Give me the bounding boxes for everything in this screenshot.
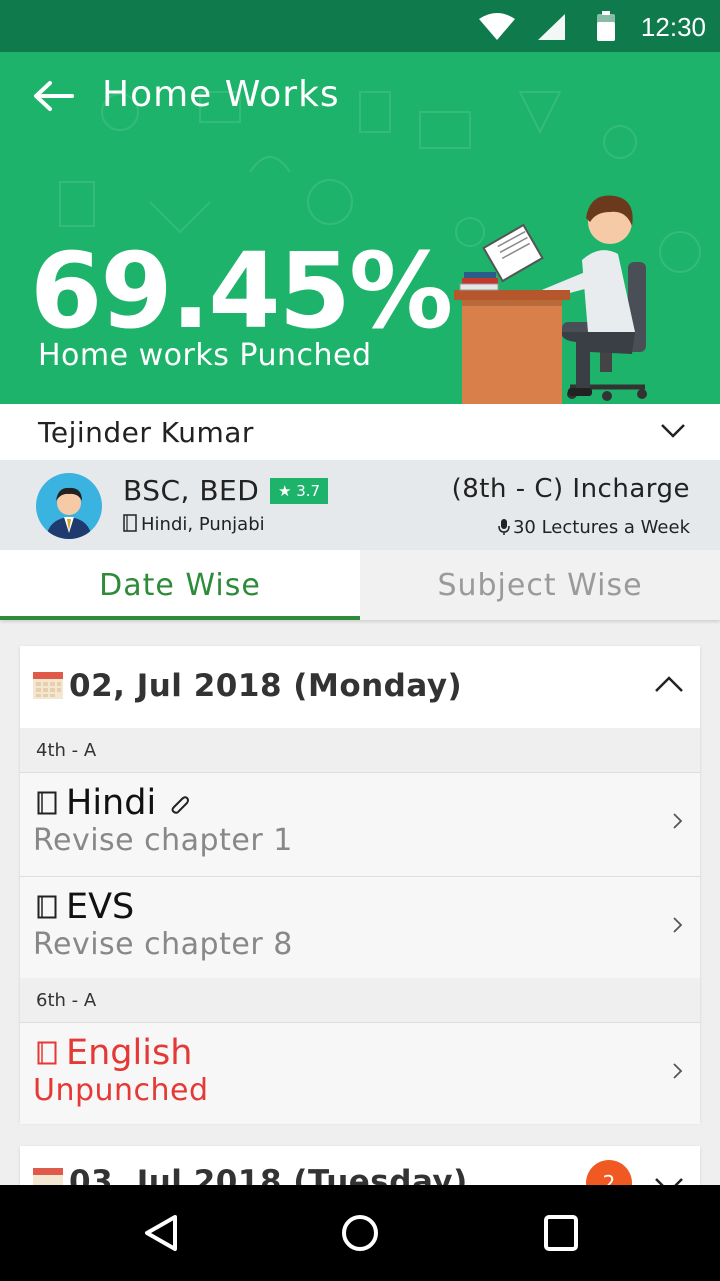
hero-header: Home Works 69.45% Home works Punched: [0, 52, 720, 404]
unpunched-status: Unpunched: [33, 1073, 209, 1108]
subject-name: English: [66, 1033, 193, 1073]
view-tabs: Date Wise Subject Wise: [0, 550, 720, 620]
subject-name: EVS: [66, 887, 135, 927]
class-section-label: 6th - A: [20, 978, 700, 1022]
attachment-icon: [171, 796, 189, 814]
degree: BSC, BED: [123, 474, 260, 507]
back-button[interactable]: [28, 74, 80, 118]
lectures-text: 30 Lectures a Week: [512, 517, 690, 538]
recents-square-icon[interactable]: [542, 1213, 580, 1253]
teacher-profile: BSC, BED ★ 3.7 Hindi, Punjabi (8th - C) …: [0, 460, 720, 550]
day-date: 02, Jul 2018 (Monday): [69, 668, 463, 704]
incharge-class: (8th - C) Incharge: [451, 474, 690, 504]
tab-subject-wise[interactable]: Subject Wise: [360, 550, 720, 620]
status-bar: 12:30: [0, 0, 720, 52]
teacher-dropdown[interactable]: Tejinder Kumar: [0, 404, 720, 460]
book-icon: [123, 514, 137, 532]
back-triangle-icon[interactable]: [142, 1213, 180, 1253]
calendar-icon: [33, 672, 63, 699]
arrow-left-icon: [34, 81, 74, 111]
punched-label: Home works Punched: [38, 338, 372, 373]
subject-name: Hindi: [66, 783, 157, 823]
homework-row[interactable]: EVS Revise chapter 8: [20, 876, 700, 978]
signal-icon: [538, 14, 565, 40]
class-section-label: 4th - A: [20, 728, 700, 772]
homework-row-unpunched[interactable]: English Unpunched: [20, 1022, 700, 1124]
chevron-right-icon: [673, 1063, 683, 1079]
clock: 12:30: [640, 12, 706, 42]
tab-date-wise[interactable]: Date Wise: [0, 550, 360, 620]
teacher-name: Tejinder Kumar: [38, 416, 254, 449]
page-title: Home Works: [102, 74, 340, 115]
punched-percentage: 69.45%: [30, 230, 453, 352]
day-header[interactable]: 02, Jul 2018 (Monday): [20, 646, 700, 728]
chevron-right-icon: [673, 813, 683, 829]
chevron-down-icon: [661, 424, 685, 438]
system-nav-bar: [0, 1185, 720, 1281]
chevron-right-icon: [673, 917, 683, 933]
rating-badge: ★ 3.7: [270, 478, 329, 504]
languages: Hindi, Punjabi: [123, 514, 265, 535]
book-icon: [37, 1041, 57, 1065]
chevron-up-icon[interactable]: [654, 674, 684, 694]
homework-description: Revise chapter 8: [33, 927, 293, 962]
avatar: [36, 473, 102, 539]
battery-icon: [597, 11, 615, 41]
languages-text: Hindi, Punjabi: [141, 514, 265, 535]
book-icon: [37, 791, 57, 815]
home-circle-icon[interactable]: [340, 1213, 380, 1253]
day-card: 02, Jul 2018 (Monday) 4th - A Hindi Revi…: [20, 646, 700, 1124]
wifi-icon: [479, 13, 515, 40]
homework-description: Revise chapter 1: [33, 823, 293, 858]
lectures-per-week: 30 Lectures a Week: [498, 517, 690, 538]
microphone-icon: [498, 519, 510, 535]
book-icon: [37, 895, 57, 919]
teacher-desk-illustration: [454, 195, 647, 404]
homework-row[interactable]: Hindi Revise chapter 1: [20, 772, 700, 874]
